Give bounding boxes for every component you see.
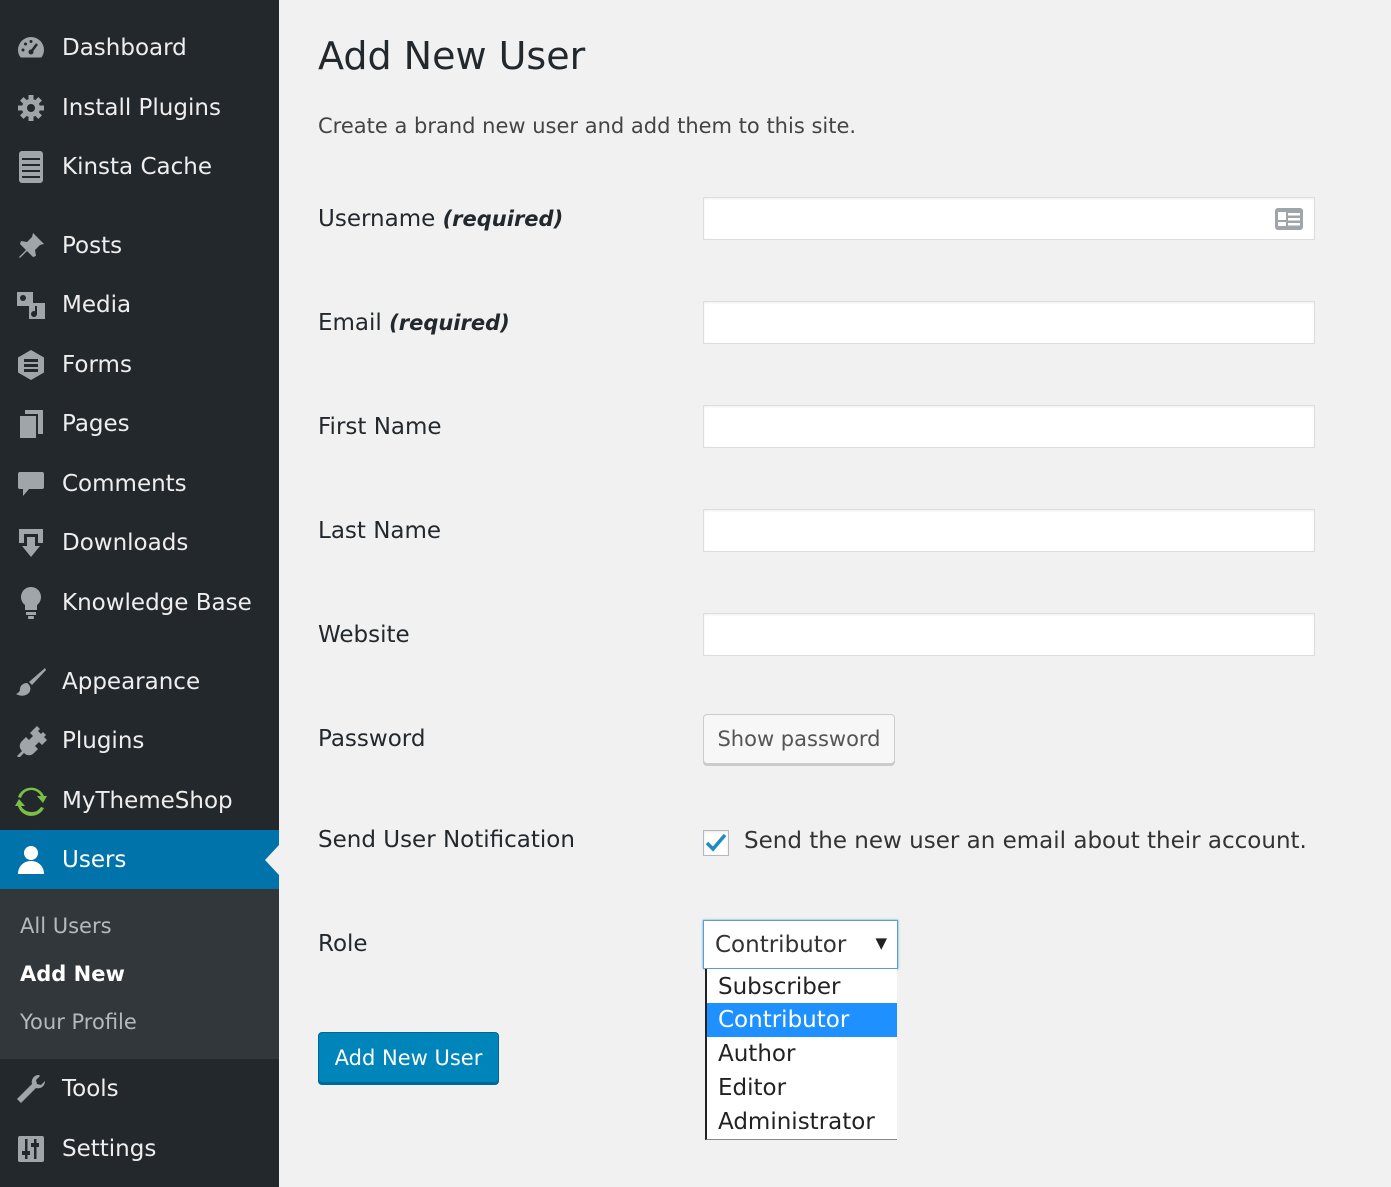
sidebar-item-forms[interactable]: Forms (0, 335, 279, 394)
sidebar-item-label: Install Plugins (62, 94, 221, 121)
username-label-text: Username (318, 206, 436, 232)
plug-icon (14, 724, 48, 758)
lightbulb-icon (14, 586, 48, 620)
email-input[interactable] (703, 301, 1315, 344)
add-new-user-button[interactable]: Add New User (318, 1032, 499, 1083)
sidebar-item-label: Downloads (62, 529, 189, 556)
submenu-your-profile[interactable]: Your Profile (20, 1010, 137, 1034)
user-icon (14, 843, 48, 877)
sidebar-item-install-plugins[interactable]: Install Plugins (0, 78, 279, 137)
sidebar-item-downloads[interactable]: Downloads (0, 513, 279, 572)
submenu-all-users[interactable]: All Users (20, 914, 112, 938)
users-submenu: All Users Add New Your Profile (0, 889, 279, 1059)
sidebar-item-label: Posts (62, 232, 123, 259)
checkmark-icon (705, 833, 727, 852)
submenu-add-new[interactable]: Add New (20, 962, 125, 986)
sidebar-item-label: Dashboard (62, 34, 187, 61)
sidebar-item-comments[interactable]: Comments (0, 454, 279, 513)
notification-checkbox[interactable] (703, 830, 729, 856)
sidebar-item-label: Tools (62, 1075, 119, 1102)
media-icon (14, 288, 48, 322)
last-name-input[interactable] (703, 509, 1315, 552)
password-label: Password (318, 726, 426, 752)
sidebar-item-label: Forms (62, 351, 132, 378)
sidebar-item-label: Plugins (62, 727, 145, 754)
sidebar-item-posts[interactable]: Posts (0, 216, 279, 275)
role-option-subscriber[interactable]: Subscriber (707, 970, 897, 1004)
notification-description: Send the new user an email about their a… (744, 828, 1307, 854)
gear-icon (14, 91, 48, 125)
dropdown-arrow-icon: ▼ (875, 934, 887, 952)
sidebar-item-label: Comments (62, 470, 187, 497)
first-name-input[interactable] (703, 405, 1315, 448)
sidebar-item-users[interactable]: Users (0, 830, 279, 889)
sidebar-item-media[interactable]: Media (0, 275, 279, 334)
role-label: Role (318, 931, 368, 957)
sidebar-item-kinsta-cache[interactable]: Kinsta Cache (0, 137, 279, 196)
wrench-icon (14, 1072, 48, 1106)
show-password-button[interactable]: Show password (703, 714, 895, 764)
comment-icon (14, 467, 48, 501)
role-select[interactable]: Contributor ▼ (703, 920, 898, 969)
sidebar-item-mythemeshop[interactable]: MyThemeShop (0, 771, 279, 830)
website-input[interactable] (703, 613, 1315, 656)
username-required-note: (required) (442, 207, 564, 231)
brush-icon (14, 665, 48, 699)
username-input[interactable] (703, 197, 1315, 240)
sidebar-item-tools[interactable]: Tools (0, 1059, 279, 1118)
download-icon (14, 526, 48, 560)
page-description: Create a brand new user and add them to … (318, 114, 857, 138)
email-label-text: Email (318, 310, 382, 336)
role-selected-value: Contributor (715, 931, 847, 958)
role-option-editor[interactable]: Editor (707, 1071, 897, 1105)
sidebar-item-label: Kinsta Cache (62, 153, 212, 180)
sidebar-item-settings[interactable]: Settings (0, 1119, 279, 1178)
sidebar-item-dashboard[interactable]: Dashboard (0, 18, 279, 77)
sidebar-item-knowledge-base[interactable]: Knowledge Base (0, 573, 279, 632)
email-label: Email (required) (318, 310, 510, 336)
sidebar-item-pages[interactable]: Pages (0, 394, 279, 453)
server-icon (14, 150, 48, 184)
dashboard-icon (14, 31, 48, 65)
pin-icon (14, 229, 48, 263)
pages-icon (14, 407, 48, 441)
sidebar-item-label: Settings (62, 1135, 157, 1162)
admin-sidebar: Dashboard Install Plugins Kinsta Cache P… (0, 0, 279, 1187)
sidebar-item-label: Pages (62, 410, 130, 437)
settings-sliders-icon (14, 1132, 48, 1166)
sidebar-item-label: Appearance (62, 668, 201, 695)
sidebar-item-label: Users (62, 846, 127, 873)
last-name-label: Last Name (318, 518, 442, 544)
sidebar-item-label: Media (62, 291, 132, 318)
notification-label: Send User Notification (318, 827, 575, 853)
username-label: Username (required) (318, 206, 563, 232)
role-dropdown-list: Subscriber Contributor Author Editor Adm… (705, 969, 897, 1140)
sidebar-item-appearance[interactable]: Appearance (0, 652, 279, 711)
refresh-icon (14, 784, 48, 818)
sidebar-item-label: MyThemeShop (62, 787, 233, 814)
email-required-note: (required) (389, 311, 510, 335)
role-option-administrator[interactable]: Administrator (707, 1105, 897, 1139)
page-title: Add New User (318, 34, 586, 78)
forms-icon (14, 348, 48, 382)
sidebar-item-plugins[interactable]: Plugins (0, 711, 279, 770)
contact-card-icon[interactable] (1275, 208, 1303, 230)
website-label: Website (318, 622, 410, 648)
role-option-contributor[interactable]: Contributor (707, 1003, 897, 1037)
role-option-author[interactable]: Author (707, 1037, 897, 1071)
sidebar-item-label: Knowledge Base (62, 589, 252, 616)
first-name-label: First Name (318, 414, 442, 440)
